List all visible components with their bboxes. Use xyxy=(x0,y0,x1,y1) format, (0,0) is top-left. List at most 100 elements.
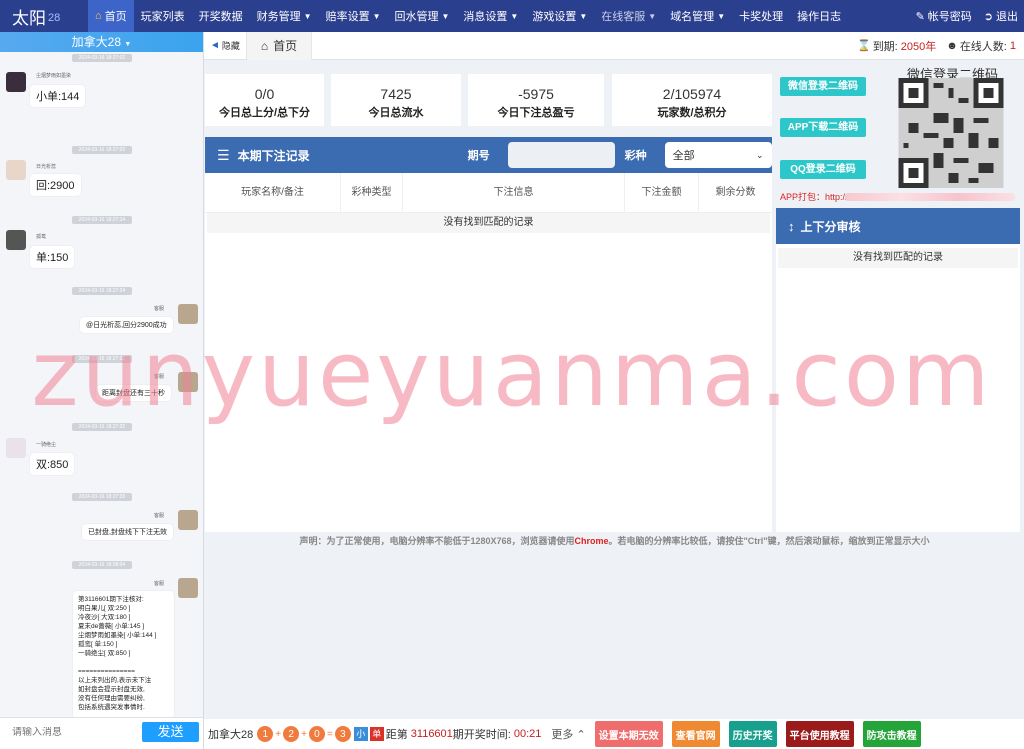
nav-item-odds[interactable]: 赔率设置 ▼ xyxy=(319,0,388,32)
message-username: 客服 xyxy=(154,374,165,380)
column-header[interactable]: 玩家名称/备注 xyxy=(205,172,341,213)
message-timestamp: 2024-03-16 18:27:24 xyxy=(72,287,132,295)
message-timestamp: 2024-03-16 18:28:04 xyxy=(72,561,132,569)
column-header[interactable]: 下注信息 xyxy=(403,172,625,213)
records-title: 本期下注记录 xyxy=(237,148,310,163)
caret-down-icon: ▼ xyxy=(648,11,657,21)
message-bubble: 回:2900 xyxy=(30,174,81,196)
period-input[interactable] xyxy=(507,142,615,168)
kind-label: 彩种 xyxy=(624,150,647,162)
message-bubble: 已封盘,封盘线下下注无效 xyxy=(82,524,173,540)
message-bubble: 小单:144 xyxy=(30,85,86,107)
logout-icon: ➲ xyxy=(983,10,993,23)
audit-header: ↕ 上下分审核 xyxy=(776,208,1020,244)
nav-item-messages[interactable]: 消息设置 ▼ xyxy=(456,0,525,32)
edit-icon: ✎ xyxy=(915,10,925,23)
message-timestamp: 2024-03-16 18:27:03 xyxy=(72,146,132,154)
message-username: 孤鸾 xyxy=(36,234,47,240)
nav-item-finance[interactable]: 财务管理 ▼ xyxy=(250,0,319,32)
message-bubble: 距离封盘还有三十秒 xyxy=(96,385,171,401)
message-bubble: 第3116601期下注核对: 明白果儿[ 双:250 ] 冷夜沙[ 大双:180… xyxy=(73,591,174,717)
wechat-qr-button[interactable]: 微信登录二维码 xyxy=(780,77,866,96)
tab-home[interactable]: ⌂ 首页 xyxy=(246,31,313,60)
nav-item-stuck-draw[interactable]: 卡奖处理 xyxy=(732,0,790,32)
message-timestamp: 2024-03-16 18:27:25 xyxy=(72,355,132,363)
send-button[interactable]: 发送 xyxy=(142,722,199,742)
brand-logo[interactable]: 太阳 28 xyxy=(0,0,88,32)
chat-room-selector[interactable]: 加拿大28 ▼ xyxy=(0,32,203,52)
anti-attack-button[interactable]: 防攻击教程 xyxy=(862,721,921,747)
history-draws-button[interactable]: 历史开奖 xyxy=(728,721,777,747)
official-site-button[interactable]: 查看官网 xyxy=(671,721,720,747)
tutorial-button[interactable]: 平台使用教程 xyxy=(785,721,854,747)
expire-online-info: ⌛ 到期: 2050年 ☻ 在线人数: 1 xyxy=(856,39,1016,53)
nav-item-home[interactable]: ⌂ 首页 xyxy=(88,0,134,32)
qq-qr-button[interactable]: QQ登录二维码 xyxy=(780,160,866,179)
brand-name: 太阳 xyxy=(12,8,46,28)
equals-sign: = xyxy=(326,728,333,740)
column-header[interactable]: 彩种类型 xyxy=(341,172,403,213)
avatar xyxy=(6,72,26,92)
message-username: 日光析蕊 xyxy=(36,164,57,170)
chat-message-input[interactable] xyxy=(12,727,132,738)
double-up-icon: ⌃ xyxy=(576,729,586,741)
tab-bar: ◄ 隐藏 ⌂ 首页 ⌛ 到期: 2050年 ☻ 在线人数: 1 xyxy=(204,31,1024,60)
avatar xyxy=(6,160,26,180)
account-password-link[interactable]: ✎ 帐号密码 xyxy=(910,0,978,32)
stat-value: 7425 xyxy=(380,86,412,102)
column-header[interactable]: 剩余分数 xyxy=(699,173,772,213)
home-icon: ⌂ xyxy=(260,38,269,53)
avatar xyxy=(178,510,198,530)
caret-down-icon: ▼ xyxy=(579,11,588,21)
caret-down-icon: ▼ xyxy=(124,41,132,48)
stat-card-players-points: 2/105974 玩家数/总积分 xyxy=(612,74,772,126)
chat-messages[interactable]: 2024-03-16 18:27:02 尘烟梦雨如墨染 小单:144 2024-… xyxy=(0,52,203,717)
stat-label: 今日下注总盈亏 xyxy=(497,107,575,119)
updown-arrow-icon: ↕ xyxy=(788,218,795,234)
empty-records-message: 没有找到匹配的记录 xyxy=(207,213,770,233)
kind-select[interactable]: 全部 ⌄ xyxy=(664,142,772,168)
message-bubble: @日光析蕊,回分2900成功 xyxy=(80,317,173,333)
stat-label: 玩家数/总积分 xyxy=(657,107,727,119)
hide-sidebar-button[interactable]: ◄ 隐藏 xyxy=(204,31,247,60)
collapse-icon: ◄ xyxy=(210,40,220,51)
message-timestamp: 2024-03-16 18:27:32 xyxy=(72,423,132,431)
column-header[interactable]: 下注金额 xyxy=(625,172,699,213)
game-name: 加拿大28 xyxy=(208,729,254,741)
nav-item-draws[interactable]: 开奖数据 xyxy=(192,0,250,32)
apk-link-label[interactable]: APP打包：http://h xyxy=(780,190,853,203)
nav-item-game-settings[interactable]: 游戏设置 ▼ xyxy=(525,0,594,32)
more-link[interactable]: 更多 ⌃ xyxy=(551,726,585,742)
nav-item-rebate[interactable]: 回水管理 ▼ xyxy=(388,0,457,32)
nav-item-players[interactable]: 玩家列表 xyxy=(134,0,192,32)
online-count: 1 xyxy=(1009,39,1016,52)
stat-value: 2/105974 xyxy=(662,86,722,102)
caret-down-icon: ▼ xyxy=(717,11,726,21)
avatar xyxy=(6,438,26,458)
message-bubble: 单:150 xyxy=(30,246,75,268)
nav-item-logs[interactable]: 操作日志 xyxy=(790,0,848,32)
message-username: 客服 xyxy=(154,513,165,519)
nav-item-domains[interactable]: 域名管理 ▼ xyxy=(663,0,732,32)
message-username: 客服 xyxy=(154,581,165,587)
records-header: ☰ 本期下注记录 期号 彩种 全部 ⌄ xyxy=(205,137,772,173)
draw-ball: 2 xyxy=(283,726,300,742)
logout-link[interactable]: ➲ 退出 xyxy=(978,0,1024,32)
stat-card-turnover: 7425 今日总流水 xyxy=(331,74,461,126)
hourglass-icon: ⌛ xyxy=(856,40,871,52)
message-timestamp: 2024-03-16 18:27:14 xyxy=(72,216,132,224)
nav-item-support[interactable]: 在线客服 ▼ xyxy=(594,0,663,32)
message-bubble: 双:850 xyxy=(30,453,75,475)
period-label: 期号 xyxy=(467,150,490,162)
draw-status-bar: 加拿大28 1 + 2 + 0 = 3 小 单 距第 3116601 期开奖时间… xyxy=(204,719,1024,749)
app-qr-button[interactable]: APP下载二维码 xyxy=(780,118,866,137)
invalidate-period-button[interactable]: 设置本期无效 xyxy=(594,721,663,747)
caret-down-icon: ▼ xyxy=(372,11,381,21)
home-icon: ⌂ xyxy=(95,10,102,22)
empty-audit-message: 没有找到匹配的记录 xyxy=(778,248,1018,268)
message-username: 一骑绝尘 xyxy=(36,442,57,448)
audit-panel: ↕ 上下分审核 没有找到匹配的记录 xyxy=(776,208,1020,532)
draw-ball: 0 xyxy=(308,726,325,742)
stat-card-deposit-withdraw: 0/0 今日总上分/总下分 xyxy=(205,74,324,126)
stat-value: -5975 xyxy=(518,86,554,102)
